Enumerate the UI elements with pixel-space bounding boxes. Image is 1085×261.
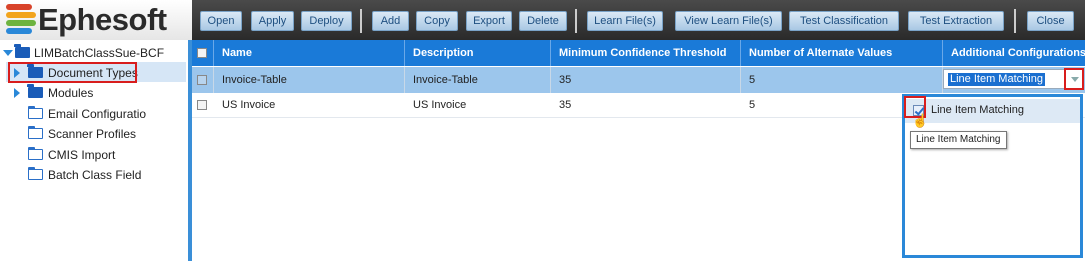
tree-item-label: Modules [48, 86, 94, 100]
close-button[interactable]: Close [1027, 11, 1074, 31]
toolbar-divider [1014, 9, 1016, 33]
learn-files-button[interactable]: Learn File(s) [587, 11, 663, 31]
collapse-icon[interactable] [3, 50, 13, 56]
folder-icon [28, 147, 43, 160]
column-header-name[interactable]: Name [214, 40, 405, 66]
folder-icon [28, 106, 43, 119]
column-header-description[interactable]: Description [405, 40, 551, 66]
tree-item-email-configuration[interactable]: Email Configuratio [0, 105, 188, 123]
deploy-button[interactable]: Deploy [301, 11, 352, 31]
option-label: Line Item Matching [931, 104, 1024, 116]
view-learn-files-button[interactable]: View Learn File(s) [675, 11, 782, 31]
tree-item-label: Batch Class Field [48, 168, 142, 182]
tooltip: Line Item Matching [910, 131, 1007, 149]
logo-text: Ephesoft [38, 2, 167, 37]
row-select-cell [192, 67, 214, 93]
tree-item-label: Scanner Profiles [48, 127, 137, 141]
cell-threshold[interactable]: 35 [551, 92, 741, 118]
tree-item-modules[interactable]: Modules [0, 84, 188, 102]
folder-icon [28, 126, 43, 139]
copy-button[interactable]: Copy [416, 11, 458, 31]
test-classification-button[interactable]: Test Classification [789, 11, 899, 31]
additional-configurations-combo[interactable]: Line Item Matching [943, 69, 1083, 89]
toolbar: Open Apply Deploy Add Copy Export Delete… [192, 0, 1085, 40]
cell-name[interactable]: US Invoice [214, 92, 405, 118]
open-button[interactable]: Open [200, 11, 242, 31]
apply-button[interactable]: Apply [251, 11, 294, 31]
row-checkbox[interactable] [197, 100, 207, 110]
folder-icon [28, 167, 43, 180]
folder-open-icon [14, 44, 30, 58]
column-header-threshold[interactable]: Minimum Confidence Threshold [551, 40, 741, 66]
cell-threshold[interactable]: 35 [551, 67, 741, 93]
select-all-cell [192, 40, 214, 66]
row-checkbox[interactable] [197, 75, 207, 85]
app-header: Ephesoft Open Apply Deploy Add Copy Expo… [0, 0, 1085, 40]
expand-icon[interactable] [14, 88, 20, 98]
row-select-cell [192, 92, 214, 118]
tree-item-label: Email Configuratio [48, 107, 147, 121]
tree-item-batch-class-field[interactable]: Batch Class Field [0, 166, 188, 184]
hand-cursor-icon: ☝ [912, 113, 929, 128]
tree-item-scanner-profiles[interactable]: Scanner Profiles [0, 125, 188, 143]
ephesoft-logo: Ephesoft [0, 0, 192, 40]
cell-alternate-values[interactable]: 5 [741, 67, 943, 93]
ephesoft-logo-mark-icon [6, 4, 36, 36]
configurations-dropdown-list: Line Item Matching [902, 94, 1083, 258]
column-header-additional-configurations[interactable]: Additional Configurations [943, 40, 1085, 66]
combo-selected-value: Line Item Matching [948, 73, 1045, 86]
export-button[interactable]: Export [466, 11, 512, 31]
tree-root[interactable]: LIMBatchClassSue-BCF [0, 44, 188, 62]
column-header-alternate-values[interactable]: Number of Alternate Values [741, 40, 943, 66]
grid-header: Name Description Minimum Confidence Thre… [192, 40, 1085, 66]
add-button[interactable]: Add [372, 11, 409, 31]
toolbar-divider [360, 9, 362, 33]
tree-item-cmis-import[interactable]: CMIS Import [0, 146, 188, 164]
batch-class-tree: LIMBatchClassSue-BCF Document Types Modu… [0, 40, 190, 261]
dropdown-option[interactable]: Line Item Matching [905, 99, 1080, 123]
cell-description[interactable]: US Invoice [405, 92, 551, 118]
folder-icon [27, 84, 43, 98]
highlight-box [8, 62, 137, 83]
test-extraction-button[interactable]: Test Extraction [908, 11, 1004, 31]
select-all-checkbox[interactable] [197, 48, 207, 58]
toolbar-divider [575, 9, 577, 33]
tree-root-label: LIMBatchClassSue-BCF [34, 46, 165, 60]
cell-name[interactable]: Invoice-Table [214, 67, 405, 93]
cell-description[interactable]: Invoice-Table [405, 67, 551, 93]
highlight-box [1064, 68, 1084, 90]
delete-button[interactable]: Delete [519, 11, 567, 31]
tree-item-label: CMIS Import [48, 148, 116, 162]
